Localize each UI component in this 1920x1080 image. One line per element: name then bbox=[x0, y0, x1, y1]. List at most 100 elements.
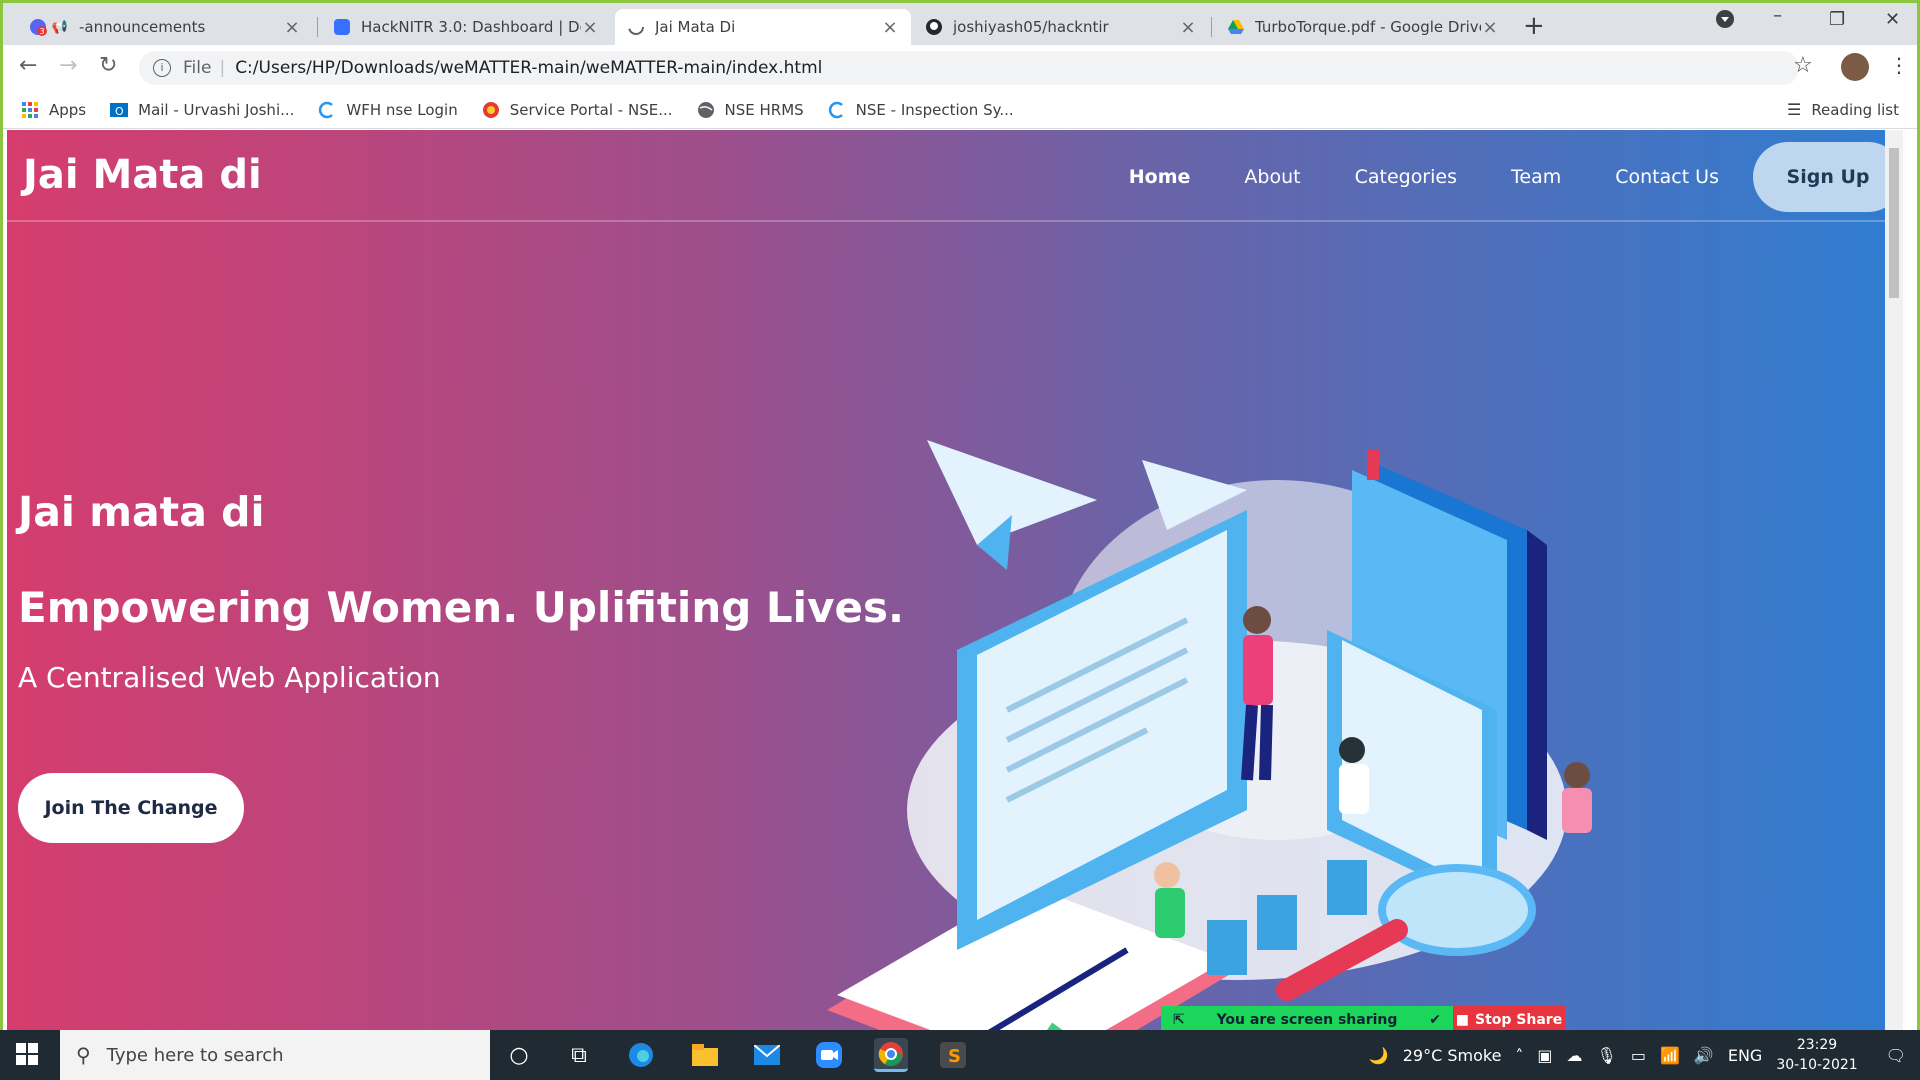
meet-now-icon[interactable]: ▣ bbox=[1537, 1046, 1552, 1065]
info-icon[interactable]: i bbox=[153, 59, 171, 77]
shield-check-icon: ✔ bbox=[1429, 1012, 1441, 1028]
outlook-icon: O bbox=[110, 101, 129, 119]
language-indicator[interactable]: ENG bbox=[1728, 1046, 1762, 1065]
loading-icon bbox=[627, 18, 645, 36]
chrome-icon[interactable] bbox=[874, 1038, 908, 1072]
mail-icon[interactable] bbox=[750, 1038, 784, 1072]
bookmark-label: NSE HRMS bbox=[724, 100, 804, 119]
nav-links: Home About Categories Team Contact Us Si… bbox=[1129, 142, 1903, 212]
chevron-up-icon[interactable]: ˄ bbox=[1515, 1046, 1523, 1065]
join-the-change-button[interactable]: Join The Change bbox=[18, 773, 244, 843]
nav-contact[interactable]: Contact Us bbox=[1615, 166, 1719, 188]
menu-icon[interactable]: ⋮ bbox=[1889, 53, 1909, 77]
sublime-text-icon[interactable]: S bbox=[936, 1038, 970, 1072]
taskbar-search[interactable]: ⚲ Type here to search bbox=[60, 1030, 490, 1080]
file-explorer-icon[interactable] bbox=[688, 1038, 722, 1072]
search-icon: ⚲ bbox=[76, 1043, 91, 1067]
close-icon[interactable]: × bbox=[581, 17, 599, 38]
url-divider: | bbox=[219, 58, 226, 78]
microphone-icon[interactable]: 🎙 bbox=[1597, 1046, 1617, 1065]
education-illustration bbox=[827, 440, 1592, 1030]
back-icon[interactable]: ← bbox=[19, 53, 37, 78]
tab-github[interactable]: joshiyash05/hackntir × bbox=[913, 9, 1209, 45]
restore-icon[interactable]: ❐ bbox=[1829, 9, 1845, 30]
clock-date: 30-10-2021 bbox=[1776, 1057, 1858, 1073]
tab-jai-mata-di[interactable]: Jai Mata Di × bbox=[615, 9, 911, 45]
clock-time: 23:29 bbox=[1796, 1037, 1838, 1053]
site-brand[interactable]: Jai Mata di bbox=[23, 152, 262, 198]
megaphone-icon: 📢 bbox=[51, 19, 69, 35]
new-tab-button[interactable]: + bbox=[1523, 11, 1545, 41]
apps-grid-icon bbox=[21, 101, 39, 119]
reading-list[interactable]: ☰ Reading list bbox=[1787, 100, 1899, 119]
task-view-icon[interactable]: ⧉ bbox=[562, 1038, 596, 1072]
nav-home[interactable]: Home bbox=[1129, 166, 1191, 188]
tab-google-drive[interactable]: TurboTorque.pdf - Google Drive × bbox=[1215, 9, 1511, 45]
tab-strip: 3 📢 -announcements × HackNITR 3.0: Dashb… bbox=[3, 3, 1917, 45]
onedrive-icon[interactable]: ☁ bbox=[1567, 1046, 1583, 1065]
search-placeholder: Type here to search bbox=[106, 1044, 284, 1066]
close-window-icon[interactable]: ✕ bbox=[1885, 9, 1900, 30]
bookmark-star-icon[interactable]: ☆ bbox=[1793, 53, 1813, 78]
citrix-icon bbox=[318, 101, 336, 119]
clock[interactable]: 23:29 30-10-2021 bbox=[1776, 1035, 1857, 1075]
citrix-icon bbox=[828, 101, 846, 119]
bookmark-nse-hrms[interactable]: NSE HRMS bbox=[697, 101, 804, 119]
volume-icon[interactable]: 🔊 bbox=[1694, 1046, 1714, 1065]
bookmark-apps[interactable]: Apps bbox=[21, 101, 86, 119]
bookmark-wfh[interactable]: WFH nse Login bbox=[318, 100, 458, 119]
zoom-icon[interactable] bbox=[812, 1038, 846, 1072]
notifications-icon[interactable]: 🗨 bbox=[1886, 1046, 1906, 1065]
nav-about[interactable]: About bbox=[1244, 166, 1300, 188]
discord-icon: 3 bbox=[29, 18, 47, 36]
close-icon[interactable]: × bbox=[1481, 17, 1499, 38]
battery-icon[interactable]: ▭ bbox=[1631, 1046, 1646, 1065]
bookmark-label: NSE - Inspection Sy... bbox=[855, 100, 1014, 119]
tab-announcements[interactable]: 3 📢 -announcements × bbox=[17, 9, 313, 45]
edge-icon[interactable] bbox=[624, 1038, 658, 1072]
web-page: Jai Mata di Home About Categories Team C… bbox=[7, 130, 1903, 1033]
minimize-icon[interactable]: – bbox=[1773, 5, 1782, 26]
tab-title: -announcements bbox=[79, 18, 206, 36]
tab-hacknitr[interactable]: HackNITR 3.0: Dashboard | Devfo × bbox=[321, 9, 611, 45]
address-bar[interactable]: i File | C:/Users/HP/Downloads/weMATTER-… bbox=[139, 51, 1799, 85]
bookmark-service-portal[interactable]: Service Portal - NSE... bbox=[482, 101, 673, 119]
bookmark-label: WFH nse Login bbox=[346, 100, 458, 119]
tab-search-icon[interactable] bbox=[1715, 9, 1735, 34]
reading-list-label: Reading list bbox=[1811, 100, 1899, 119]
bookmark-label: Apps bbox=[49, 100, 87, 119]
bookmark-label: Service Portal - NSE... bbox=[509, 100, 673, 119]
system-tray: 🌙 29°C Smoke ˄ ▣ ☁ 🎙 ▭ 📶 🔊 ENG 23:29 30-… bbox=[1369, 1030, 1920, 1080]
devfolio-icon bbox=[333, 18, 351, 36]
bookmarks-bar: Apps O Mail - Urvashi Joshi... WFH nse L… bbox=[3, 91, 1917, 129]
site-navbar: Jai Mata di Home About Categories Team C… bbox=[7, 130, 1903, 222]
tab-title: joshiyash05/hackntir bbox=[953, 18, 1109, 36]
page-scrollbar[interactable] bbox=[1885, 130, 1903, 1033]
windows-start-icon[interactable] bbox=[16, 1042, 38, 1072]
forward-icon[interactable]: → bbox=[59, 53, 77, 78]
close-icon[interactable]: × bbox=[881, 17, 899, 38]
nav-team[interactable]: Team bbox=[1511, 166, 1561, 188]
weather-text[interactable]: 29°C Smoke bbox=[1403, 1046, 1502, 1065]
profile-avatar[interactable] bbox=[1841, 53, 1869, 81]
scrollbar-thumb[interactable] bbox=[1889, 148, 1899, 298]
reload-icon[interactable]: ↻ bbox=[99, 53, 117, 78]
close-icon[interactable]: × bbox=[283, 17, 301, 38]
tab-title: TurboTorque.pdf - Google Drive bbox=[1255, 18, 1481, 36]
close-icon[interactable]: × bbox=[1179, 17, 1197, 38]
google-drive-icon bbox=[1227, 18, 1245, 36]
bookmark-nse-inspection[interactable]: NSE - Inspection Sy... bbox=[828, 101, 1014, 119]
weather-moon-icon[interactable]: 🌙 bbox=[1369, 1046, 1389, 1065]
bookmark-mail[interactable]: O Mail - Urvashi Joshi... bbox=[110, 101, 294, 119]
url-text: C:/Users/HP/Downloads/weMATTER-main/weMA… bbox=[235, 58, 823, 78]
sign-up-button[interactable]: Sign Up bbox=[1753, 142, 1903, 212]
wifi-icon[interactable]: 📶 bbox=[1660, 1046, 1680, 1065]
svg-text:3: 3 bbox=[39, 27, 44, 36]
reading-list-icon: ☰ bbox=[1786, 100, 1802, 119]
svg-text:S: S bbox=[948, 1046, 961, 1067]
nav-categories[interactable]: Categories bbox=[1355, 166, 1457, 188]
tab-divider bbox=[317, 17, 318, 37]
hero-subtitle: A Centralised Web Application bbox=[18, 661, 441, 694]
github-icon bbox=[925, 18, 943, 36]
cortana-icon[interactable]: ○ bbox=[502, 1038, 536, 1072]
